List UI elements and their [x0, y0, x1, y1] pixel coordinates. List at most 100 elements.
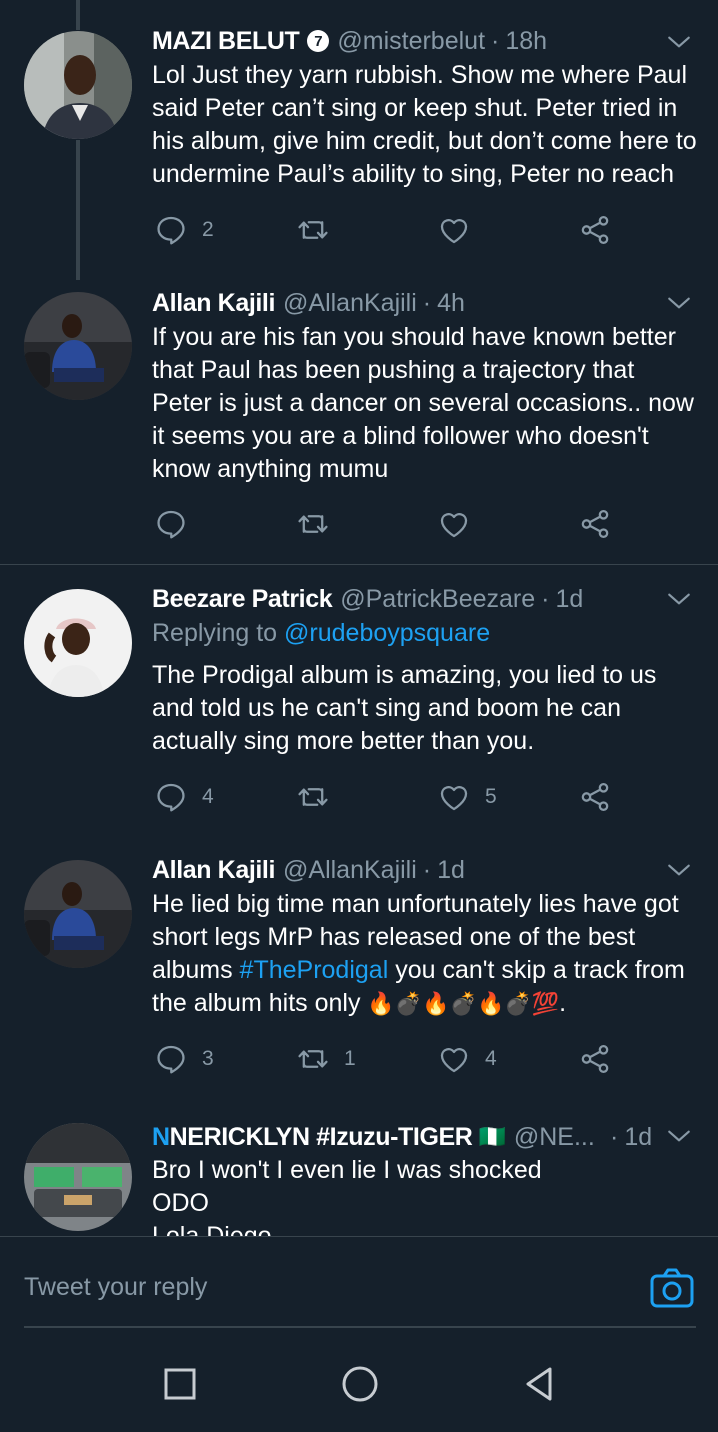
reply-button[interactable]	[154, 504, 202, 544]
tweet-text: If you are his fan you should have known…	[152, 323, 694, 483]
camera-icon[interactable]	[650, 1267, 694, 1309]
tweet-feed[interactable]: MAZI BELUT 7 @misterbelut · 18h Lol Just…	[0, 0, 718, 1236]
like-button[interactable]: 5	[437, 777, 497, 817]
input-underline	[24, 1326, 696, 1328]
separator-dot: ·	[422, 855, 432, 884]
reply-button[interactable]: 4	[154, 777, 214, 817]
tweet-card[interactable]: MAZI BELUT 7 @misterbelut · 18h Lol Just…	[0, 0, 718, 280]
replying-label: Replying to	[152, 619, 278, 647]
tweet-actions	[152, 504, 622, 544]
reply-count: 3	[202, 1047, 214, 1070]
author-name[interactable]: NERICKLYN #Izuzu-TIGER	[170, 1123, 473, 1152]
like-icon	[437, 1042, 471, 1076]
author-handle[interactable]: @AllanKajili	[283, 289, 417, 318]
chevron-down-icon[interactable]	[666, 1123, 692, 1149]
tweet-text: The Prodigal album is amazing, you lied …	[152, 661, 657, 755]
separator-dot: ·	[610, 1122, 619, 1151]
badge-icon: 7	[307, 30, 330, 52]
author-name[interactable]: Allan Kajili	[152, 289, 275, 318]
retweet-icon	[296, 780, 330, 814]
tweet-line: Lola Diego	[152, 1222, 272, 1236]
reply-button[interactable]: 3	[154, 1039, 214, 1079]
timestamp[interactable]: 1d	[555, 585, 583, 614]
reply-icon	[154, 780, 188, 814]
avatar[interactable]	[24, 589, 132, 697]
share-button[interactable]	[578, 504, 612, 544]
avatar[interactable]	[24, 860, 132, 968]
share-icon	[578, 780, 612, 814]
retweet-button[interactable]	[296, 777, 344, 817]
share-icon	[578, 1042, 612, 1076]
author-handle[interactable]: @AllanKajili	[283, 856, 417, 885]
chevron-down-icon[interactable]	[666, 290, 692, 316]
hashtag-link[interactable]: #TheProdigal	[240, 956, 389, 984]
tweet-card[interactable]: N NERICKLYN #Izuzu-TIGER 🇳🇬 @NE... · 1d …	[0, 1099, 718, 1236]
retweet-icon	[296, 213, 330, 247]
tweet-line: Bro I won't I even lie I was shocked	[152, 1156, 542, 1184]
tweet-actions: 2	[152, 210, 622, 250]
separator-dot: ·	[491, 26, 500, 55]
author-name[interactable]: Allan Kajili	[152, 856, 275, 885]
mention-link[interactable]: @rudeboypsquare	[284, 619, 490, 647]
tweet-text: He lied big time man unfortunately lies …	[152, 888, 698, 1020]
timestamp[interactable]: 1d	[624, 1123, 652, 1152]
chevron-down-icon[interactable]	[666, 29, 692, 55]
tweet-actions: 3 1 4	[152, 1039, 622, 1079]
reply-count: 4	[202, 785, 214, 808]
separator-dot: ·	[422, 288, 432, 317]
recents-button[interactable]	[160, 1364, 200, 1404]
timestamp[interactable]: 18h	[505, 27, 547, 56]
reply-input[interactable]: Tweet your reply	[24, 1273, 207, 1302]
home-button[interactable]	[340, 1364, 380, 1404]
like-button[interactable]	[437, 504, 485, 544]
author-handle[interactable]: @NE...	[514, 1123, 595, 1152]
tweet-card[interactable]: Allan Kajili @AllanKajili · 4h If you ar…	[0, 280, 718, 564]
like-button[interactable]	[437, 210, 485, 250]
author-handle[interactable]: @misterbelut	[337, 27, 485, 56]
like-icon	[437, 213, 471, 247]
chevron-down-icon[interactable]	[666, 857, 692, 883]
tweet-text-part: .	[559, 989, 567, 1017]
tweet-card[interactable]: Allan Kajili @AllanKajili · 1d He lied b…	[0, 837, 718, 1099]
tweet-actions: 4 5	[152, 777, 622, 817]
time-group: · 1d	[604, 1120, 652, 1154]
like-icon	[437, 507, 471, 541]
author-name[interactable]: MAZI BELUT	[152, 27, 300, 56]
timestamp[interactable]: 1d	[437, 856, 465, 885]
avatar[interactable]	[24, 31, 132, 139]
like-icon	[437, 780, 471, 814]
reply-count: 2	[202, 218, 214, 241]
separator-dot: ·	[541, 584, 550, 613]
reply-button[interactable]: 2	[154, 210, 214, 250]
like-button[interactable]: 4	[437, 1039, 497, 1079]
retweet-icon	[296, 1042, 330, 1076]
share-icon	[578, 213, 612, 247]
tweet-text: Lol Just they yarn rubbish. Show me wher…	[152, 61, 697, 188]
share-button[interactable]	[578, 777, 612, 817]
reply-icon	[154, 1042, 188, 1076]
tweet-card[interactable]: Beezare Patrick @PatrickBeezare · 1d Rep…	[0, 565, 718, 837]
tweet-line: ODO	[152, 1189, 209, 1217]
like-count: 5	[485, 785, 497, 808]
retweet-count: 1	[344, 1047, 356, 1070]
author-handle[interactable]: @PatrickBeezare	[340, 585, 535, 614]
avatar[interactable]	[24, 1123, 132, 1231]
chevron-down-icon[interactable]	[666, 586, 692, 612]
avatar[interactable]	[24, 292, 132, 400]
reply-composer: Tweet your reply	[0, 1236, 718, 1336]
tweet-text: Bro I won't I even lie I was shocked ODO…	[152, 1154, 698, 1236]
back-button[interactable]	[520, 1364, 560, 1404]
retweet-button[interactable]: 1	[296, 1039, 356, 1079]
verified-prefix: N	[152, 1122, 170, 1151]
author-name[interactable]: Beezare Patrick	[152, 585, 333, 614]
share-button[interactable]	[578, 210, 612, 250]
share-button[interactable]	[578, 1039, 612, 1079]
flag-icon: 🇳🇬	[478, 1124, 506, 1149]
reply-icon	[154, 507, 188, 541]
retweet-button[interactable]	[296, 210, 344, 250]
thread-line	[76, 140, 80, 280]
timestamp[interactable]: 4h	[437, 289, 465, 318]
emoji-sequence: 🔥💣🔥💣🔥💣💯	[367, 991, 560, 1016]
retweet-button[interactable]	[296, 504, 344, 544]
reply-icon	[154, 213, 188, 247]
